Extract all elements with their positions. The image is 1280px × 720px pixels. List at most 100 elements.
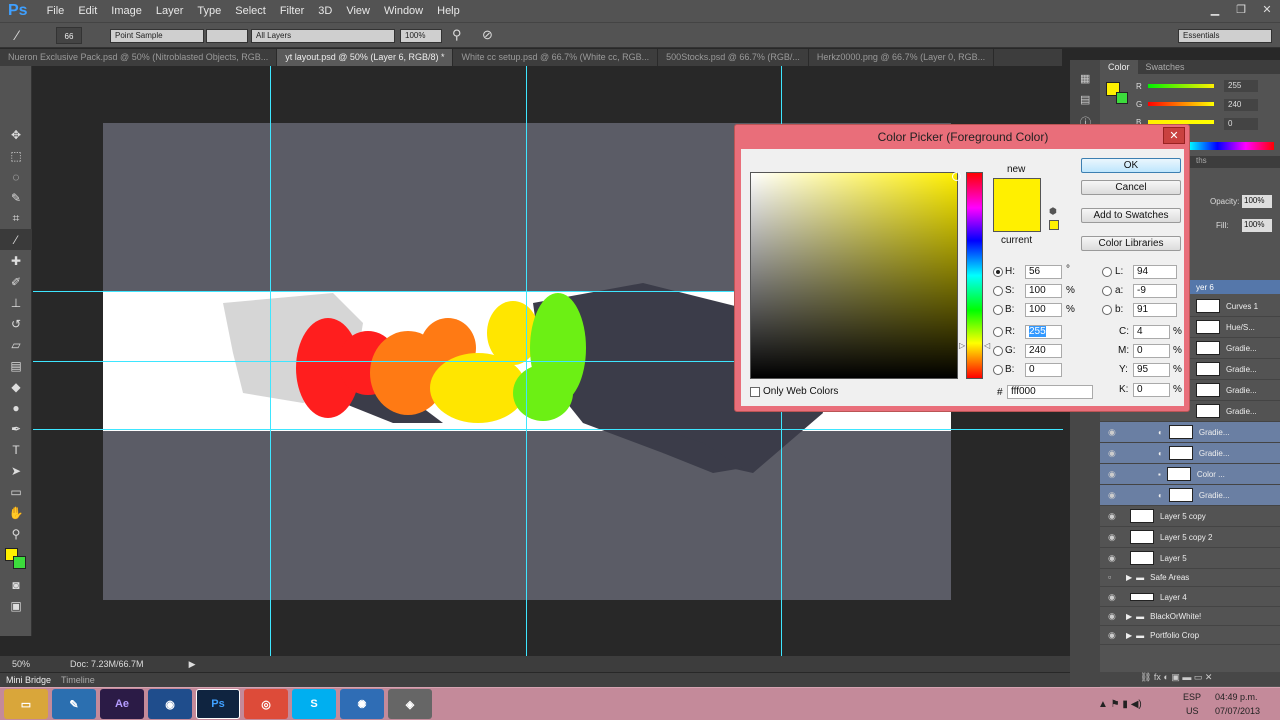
notes-icon[interactable]: ✎: [52, 689, 96, 719]
saturation-brightness-field[interactable]: [750, 172, 958, 379]
r-value[interactable]: 255: [1224, 80, 1258, 92]
g-input[interactable]: 240: [1025, 344, 1062, 358]
triangle-icon[interactable]: ▶: [1126, 631, 1132, 640]
eye-icon[interactable]: ◉: [1108, 532, 1120, 543]
h-radio[interactable]: [993, 267, 1003, 277]
menu-select[interactable]: Select: [228, 5, 273, 17]
s-input[interactable]: 100: [1025, 284, 1062, 298]
brush-size[interactable]: 66: [56, 27, 82, 44]
clock-time[interactable]: 04:49 p.m.: [1215, 692, 1258, 702]
sample-size-select[interactable]: Point Sample: [110, 29, 204, 43]
eye-icon[interactable]: ◉: [1108, 490, 1120, 501]
tray-icons[interactable]: ▲ ⚑ ▮ ◀): [1098, 699, 1142, 710]
r-radio[interactable]: [993, 327, 1003, 337]
shape-tool-icon[interactable]: ▭: [0, 481, 32, 502]
hue-slider[interactable]: [966, 172, 983, 379]
eye-icon[interactable]: ◉: [1108, 427, 1120, 438]
color-panel-bg[interactable]: [1116, 92, 1128, 104]
color-swatches[interactable]: [0, 544, 31, 574]
k-input[interactable]: 0: [1133, 383, 1170, 397]
menu-window[interactable]: Window: [377, 5, 430, 17]
lang-indicator[interactable]: ESP: [1183, 692, 1201, 702]
y-input[interactable]: 95: [1133, 363, 1170, 377]
path-select-icon[interactable]: ➤: [0, 460, 32, 481]
a-input[interactable]: -9: [1133, 284, 1177, 298]
r-input[interactable]: 255: [1025, 325, 1062, 339]
sample-layers-select[interactable]: All Layers: [251, 29, 395, 43]
layer-row[interactable]: ◉ ▶ ▬ Portfolio Crop: [1100, 626, 1280, 645]
dialog-close-icon[interactable]: ✕: [1163, 127, 1185, 144]
g-slider[interactable]: [1148, 102, 1214, 106]
eyedropper-tool-icon[interactable]: ⁄: [0, 229, 32, 250]
eyedropper-icon[interactable]: ⁄: [16, 27, 18, 43]
lab-b-input[interactable]: 91: [1133, 303, 1177, 317]
firefox-icon[interactable]: ◉: [148, 689, 192, 719]
menu-view[interactable]: View: [339, 5, 377, 17]
lab-b-radio[interactable]: [1102, 305, 1112, 315]
eye-icon[interactable]: ◉: [1108, 592, 1120, 603]
web-safe-swatch[interactable]: [1049, 220, 1059, 230]
misc-app-icon[interactable]: ◈: [388, 689, 432, 719]
eye-icon[interactable]: ◉: [1108, 448, 1120, 459]
history-brush-icon[interactable]: ↺: [0, 313, 32, 334]
cancel-button[interactable]: Cancel: [1081, 180, 1181, 195]
gamut-warning-icon[interactable]: ⬢: [1049, 206, 1057, 217]
stamp-tool-icon[interactable]: ⊥: [0, 292, 32, 313]
b-input[interactable]: 100: [1025, 303, 1062, 317]
blur-tool-icon[interactable]: ◆: [0, 376, 32, 397]
g-radio[interactable]: [993, 346, 1003, 356]
layer-row[interactable]: ▫ ▶ ▬ Safe Areas: [1100, 568, 1280, 587]
layer-row[interactable]: ◉ Layer 5: [1100, 548, 1280, 569]
eye-icon[interactable]: ◉: [1108, 630, 1120, 641]
hue-arrow-left-icon[interactable]: ▷: [959, 341, 965, 350]
brush-toggle-icon[interactable]: ⚲: [452, 27, 462, 43]
color-libraries-button[interactable]: Color Libraries: [1081, 236, 1181, 251]
pen-tool-icon[interactable]: ✒: [0, 418, 32, 439]
blue-input[interactable]: 0: [1025, 363, 1062, 377]
fill-input[interactable]: 100%: [1242, 219, 1272, 232]
eye-icon[interactable]: ◉: [1108, 553, 1120, 564]
after-effects-icon[interactable]: Ae: [100, 689, 144, 719]
move-tool-icon[interactable]: ✥: [0, 124, 32, 145]
a-radio[interactable]: [1102, 286, 1112, 296]
add-to-swatches-button[interactable]: Add to Swatches: [1081, 208, 1181, 223]
b-radio[interactable]: [993, 305, 1003, 315]
eye-icon[interactable]: ◉: [1108, 469, 1120, 480]
quick-mask-icon[interactable]: ◙: [0, 574, 32, 595]
tab-yt-layout[interactable]: yt layout.psd @ 50% (Layer 6, RGB/8) *: [277, 49, 454, 66]
menu-file[interactable]: File: [40, 5, 72, 17]
layer-row[interactable]: ◉ Layer 4: [1100, 588, 1280, 607]
dodge-tool-icon[interactable]: ●: [0, 397, 32, 418]
photoshop-taskbar-icon[interactable]: Ps: [196, 689, 240, 719]
menu-filter[interactable]: Filter: [273, 5, 311, 17]
layers-footer-icons[interactable]: ⛓ fx ◐ ▣ ▬ ▭ ✕: [1100, 672, 1280, 686]
tab-herkz[interactable]: Herkz0000.png @ 66.7% (Layer 0, RGB...: [809, 49, 995, 66]
tab-timeline[interactable]: Timeline: [61, 675, 95, 685]
screen-mode-icon[interactable]: ▣: [0, 595, 32, 616]
close-icon[interactable]: ✕: [1254, 0, 1280, 18]
sv-marker[interactable]: [952, 172, 961, 181]
skype-icon[interactable]: S: [292, 689, 336, 719]
menu-type[interactable]: Type: [190, 5, 228, 17]
menu-3d[interactable]: 3D: [311, 5, 339, 17]
menu-edit[interactable]: Edit: [71, 5, 104, 17]
eye-icon[interactable]: ◉: [1108, 611, 1120, 622]
history-icon[interactable]: ▦: [1080, 72, 1100, 85]
current-color-swatch[interactable]: [993, 205, 1041, 232]
r-slider[interactable]: [1148, 84, 1214, 88]
type-tool-icon[interactable]: T: [0, 439, 32, 460]
zoom-tool-icon[interactable]: ⚲: [0, 523, 32, 544]
settings-icon[interactable]: ✺: [340, 689, 384, 719]
opacity-input[interactable]: 100%: [1242, 195, 1272, 208]
empty-select[interactable]: [206, 29, 248, 43]
lasso-tool-icon[interactable]: ◌: [0, 166, 32, 187]
restore-icon[interactable]: ❐: [1228, 0, 1254, 18]
only-web-colors-checkbox[interactable]: [750, 387, 760, 397]
properties-icon[interactable]: ▤: [1080, 93, 1100, 106]
workspace-select[interactable]: Essentials: [1178, 29, 1272, 43]
background-swatch[interactable]: [13, 556, 26, 569]
l-input[interactable]: 94: [1133, 265, 1177, 279]
layer-row[interactable]: ◉ ◐ Gradie...: [1100, 443, 1280, 464]
layer-row[interactable]: ◉ Layer 5 copy 2: [1100, 527, 1280, 548]
zoom-level[interactable]: 50%: [12, 659, 30, 669]
